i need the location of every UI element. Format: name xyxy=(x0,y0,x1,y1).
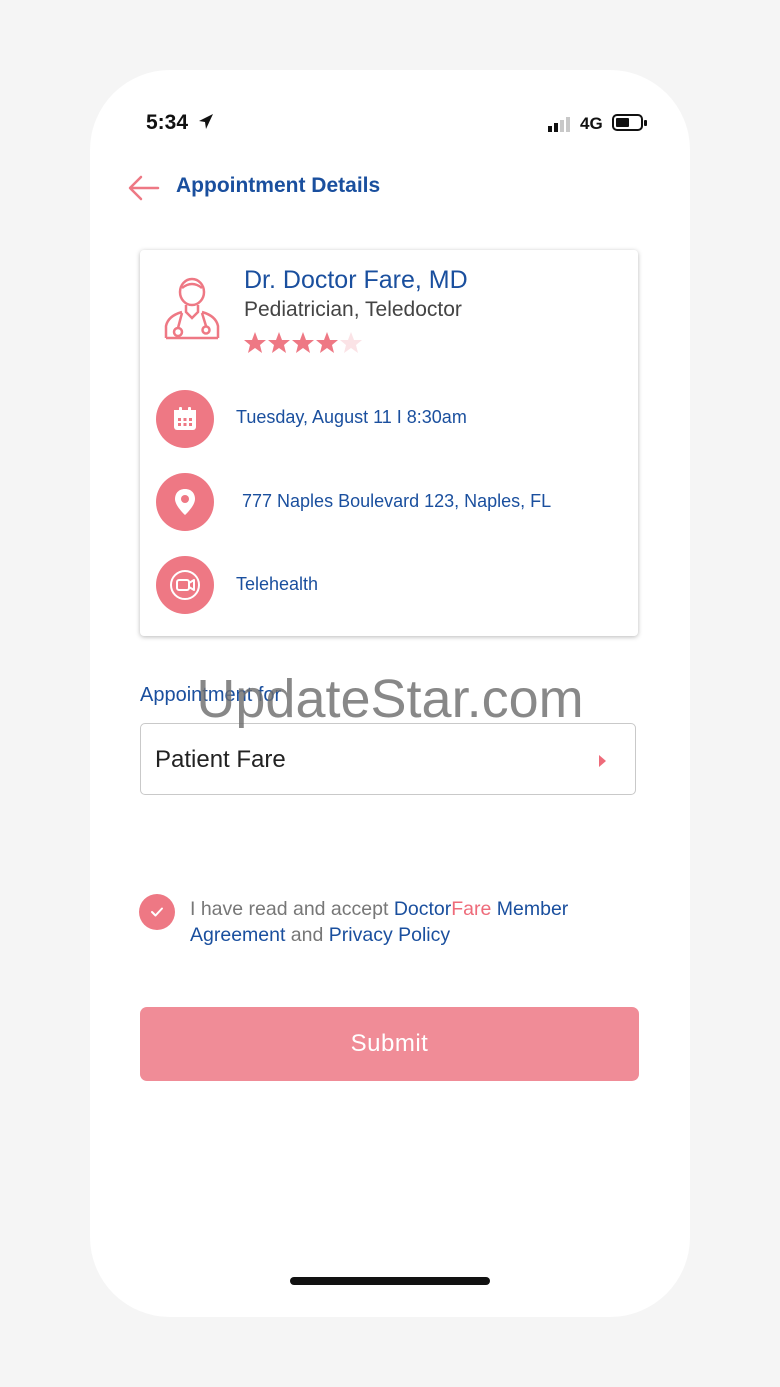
calendar-icon xyxy=(174,407,196,430)
star-filled-icon xyxy=(268,332,290,353)
submit-button[interactable]: Submit xyxy=(140,1007,639,1081)
brand-fare-link[interactable]: Fare xyxy=(451,898,491,920)
map-pin-icon xyxy=(175,489,195,515)
calendar-icon-badge xyxy=(156,390,214,448)
video-icon-badge xyxy=(156,556,214,614)
battery-icon xyxy=(612,114,647,131)
check-icon xyxy=(151,907,163,917)
video-camera-icon xyxy=(170,570,200,600)
appointment-for-label: Appointment for xyxy=(140,684,282,706)
phone-screen: 5:34 4G Appointment Details Dr. Doctor F… xyxy=(90,70,690,1317)
doctor-card: Dr. Doctor Fare, MD Pediatrician, Teledo… xyxy=(140,250,638,636)
patient-select-value: Patient Fare xyxy=(155,746,286,773)
visit-type: Telehealth xyxy=(236,574,319,594)
home-indicator xyxy=(290,1277,490,1285)
star-rating-graphic xyxy=(244,332,362,353)
agreement-and: and xyxy=(285,924,329,946)
agreement-prefix: I have read and accept xyxy=(190,898,394,920)
network-label: 4G xyxy=(580,114,603,133)
brand-doctor-link[interactable]: Doctor xyxy=(394,898,451,920)
agreement-checkbox[interactable] xyxy=(139,894,175,930)
doctor-specialty: Pediatrician, Teledoctor xyxy=(244,298,462,321)
caret-right-icon xyxy=(599,755,606,767)
signal-icon xyxy=(548,117,570,132)
patient-select[interactable]: Patient Fare xyxy=(140,723,636,795)
appointment-datetime: Tuesday, August 11 I 8:30am xyxy=(236,407,467,427)
star-filled-icon xyxy=(244,332,266,353)
doctor-name: Dr. Doctor Fare, MD xyxy=(244,266,468,294)
status-bar: 5:34 4G xyxy=(90,70,690,180)
location-icon-badge xyxy=(156,473,214,531)
star-filled-icon xyxy=(292,332,314,353)
location-arrow-icon xyxy=(199,114,213,129)
agreement-text: I have read and accept DoctorFare Member… xyxy=(190,896,650,948)
page-title: Appointment Details xyxy=(176,174,381,197)
doctor-avatar-icon xyxy=(164,277,220,340)
star-filled-icon xyxy=(316,332,338,353)
rating-stars xyxy=(243,330,373,361)
privacy-policy-link[interactable]: Privacy Policy xyxy=(329,924,450,946)
appointment-address: 777 Naples Boulevard 123, Naples, FL xyxy=(242,491,552,511)
star-empty-icon xyxy=(340,332,362,353)
arrow-left-icon[interactable] xyxy=(126,170,162,206)
status-time: 5:34 xyxy=(146,111,189,134)
